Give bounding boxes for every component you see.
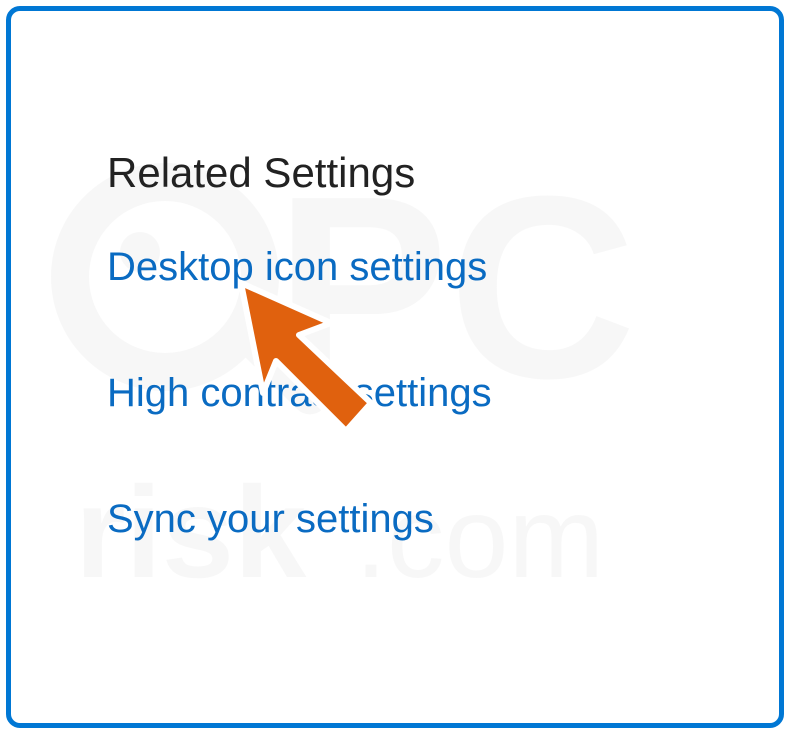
section-heading: Related Settings — [107, 149, 779, 197]
desktop-icon-settings-link[interactable]: Desktop icon settings — [107, 243, 779, 291]
settings-panel-frame: PC risk .com Related Settings Desktop ic… — [6, 6, 784, 728]
high-contrast-settings-link[interactable]: High contrast settings — [107, 369, 779, 417]
related-settings-section: Related Settings Desktop icon settings H… — [11, 11, 779, 543]
sync-your-settings-link[interactable]: Sync your settings — [107, 495, 779, 543]
